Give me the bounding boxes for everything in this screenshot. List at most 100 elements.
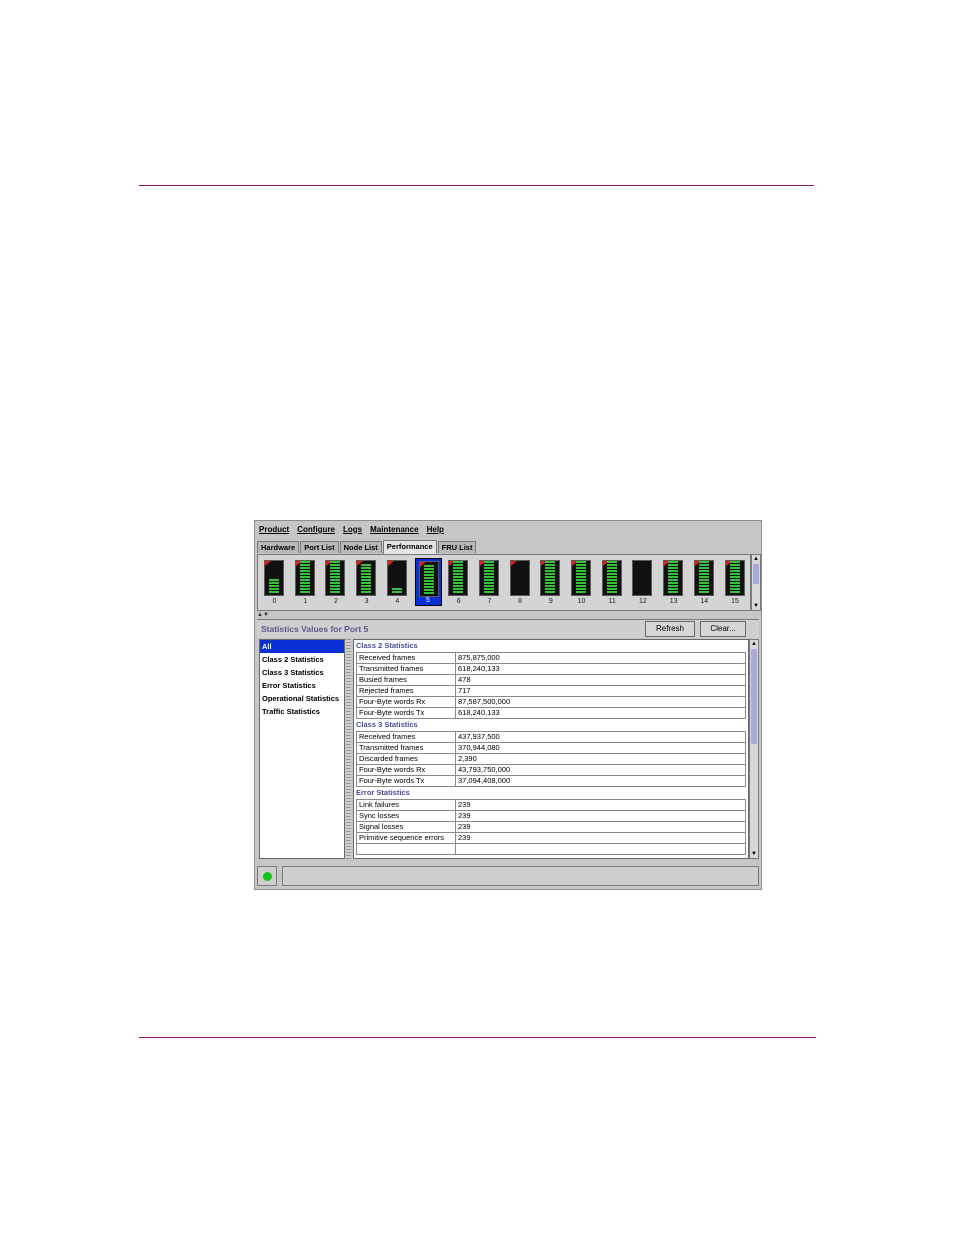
category-class-3-statistics[interactable]: Class 3 Statistics [260, 666, 344, 679]
statistics-scrollbar[interactable]: ▲ ▼ [749, 639, 759, 859]
port-panel-scrollbar[interactable]: ▲ ▼ [751, 554, 761, 611]
stat-value: 87,587,500,000 [455, 696, 746, 708]
scroll-up-icon[interactable]: ▲ [752, 555, 760, 563]
scroll-up-icon[interactable]: ▲ [750, 640, 758, 648]
page-header-rule [139, 185, 814, 186]
category-traffic-statistics[interactable]: Traffic Statistics [260, 705, 344, 718]
activity-bar [361, 579, 372, 581]
table-row: Four-Byte words Rx 87,587,500,000 [356, 696, 746, 708]
port-13[interactable]: 13 [660, 558, 687, 606]
table-row: Transmitted frames 618,240,133 [356, 663, 746, 675]
activity-bars [545, 561, 556, 593]
port-7[interactable]: 7 [476, 558, 503, 606]
menu-logs[interactable]: Logs [339, 525, 366, 534]
table-row: Busied frames 478 [356, 674, 746, 686]
application-window: Product Configure Logs Maintenance Help Hard… [254, 520, 762, 890]
pane-divider[interactable] [346, 639, 351, 859]
tab-port-list[interactable]: Port List [300, 541, 339, 553]
tab-fru-list[interactable]: FRU List [437, 541, 477, 553]
scroll-thumb[interactable] [753, 564, 759, 584]
port-number: 12 [638, 598, 647, 605]
stat-value: 437,937,500 [455, 731, 746, 743]
port-activity-meter [448, 560, 469, 596]
clear-button[interactable]: Clear... [700, 621, 746, 637]
stat-name: Sync losses [356, 810, 456, 822]
activity-bar [299, 591, 310, 593]
tab-performance[interactable]: Performance [382, 540, 437, 554]
activity-bar [330, 570, 341, 572]
activity-bar [269, 588, 279, 590]
tab-hardware[interactable]: Hardware [257, 541, 300, 553]
activity-bar [453, 576, 464, 578]
category-all[interactable]: All [260, 640, 344, 653]
port-0[interactable]: 0 [261, 558, 288, 606]
category-error-statistics[interactable]: Error Statistics [260, 679, 344, 692]
port-2[interactable]: 2 [322, 558, 349, 606]
port-activity-meter [418, 561, 439, 597]
port-11[interactable]: 11 [599, 558, 626, 606]
activity-bar [483, 579, 494, 581]
activity-bar [545, 573, 556, 575]
activity-bar [299, 561, 310, 563]
activity-bar [729, 591, 740, 593]
activity-bar [269, 579, 279, 581]
port-15[interactable]: 15 [722, 558, 749, 606]
port-14[interactable]: 14 [691, 558, 718, 606]
activity-bar [330, 585, 341, 587]
port-3[interactable]: 3 [353, 558, 380, 606]
activity-bar [729, 585, 740, 587]
activity-bar [698, 567, 709, 569]
port-9[interactable]: 9 [537, 558, 564, 606]
table-row: Discarded frames 2,390 [356, 753, 746, 765]
category-class-2-statistics[interactable]: Class 2 Statistics [260, 653, 344, 666]
port-activity-meter [693, 560, 714, 596]
menu-maintenance[interactable]: Maintenance [366, 525, 422, 534]
port-1[interactable]: 1 [292, 558, 319, 606]
activity-bars [330, 561, 341, 593]
status-bar [257, 866, 759, 888]
port-6[interactable]: 6 [445, 558, 472, 606]
activity-bar [361, 588, 372, 590]
table-row: Link failures 239 [356, 799, 746, 811]
port-number: 11 [608, 598, 616, 605]
activity-bar [453, 585, 464, 587]
activity-bars [269, 579, 279, 593]
activity-bar [330, 576, 341, 578]
port-8[interactable]: 8 [507, 558, 534, 606]
activity-bar [483, 573, 494, 575]
activity-bar [423, 589, 434, 591]
activity-bar [453, 570, 464, 572]
activity-bar [606, 561, 617, 563]
activity-bar [668, 582, 679, 584]
port-alert-flag-icon [387, 561, 394, 566]
port-5[interactable]: 5 [414, 558, 442, 606]
port-12[interactable]: 12 [629, 558, 656, 606]
port-activity-meter [509, 560, 530, 596]
table-row: Transmitted frames 370,944,080 [356, 742, 746, 754]
scroll-thumb[interactable] [751, 649, 757, 744]
activity-bar [729, 570, 740, 572]
split-pane-arrows-icon[interactable]: ▲▼ [257, 612, 277, 618]
port-activity-meter [724, 560, 745, 596]
scroll-down-icon[interactable]: ▼ [752, 602, 760, 610]
stat-name: Transmitted frames [356, 742, 456, 754]
stat-value: 618,240,133 [455, 707, 746, 719]
activity-bar [729, 579, 740, 581]
refresh-button[interactable]: Refresh [645, 621, 695, 637]
port-10[interactable]: 10 [568, 558, 595, 606]
scroll-down-icon[interactable]: ▼ [750, 850, 758, 858]
menu-configure[interactable]: Configure [293, 525, 339, 534]
activity-bar [269, 585, 279, 587]
menu-product[interactable]: Product [255, 525, 293, 534]
stat-value [455, 843, 746, 855]
activity-bar [668, 576, 679, 578]
menu-help[interactable]: Help [423, 525, 448, 534]
tab-node-list[interactable]: Node List [339, 541, 382, 553]
activity-bar [453, 564, 464, 566]
activity-bar [698, 579, 709, 581]
port-4[interactable]: 4 [384, 558, 411, 606]
activity-bar [729, 582, 740, 584]
statistics-title: Statistics Values for Port 5 [261, 624, 369, 634]
activity-bar [299, 570, 310, 572]
category-operational-statistics[interactable]: Operational Statistics [260, 692, 344, 705]
